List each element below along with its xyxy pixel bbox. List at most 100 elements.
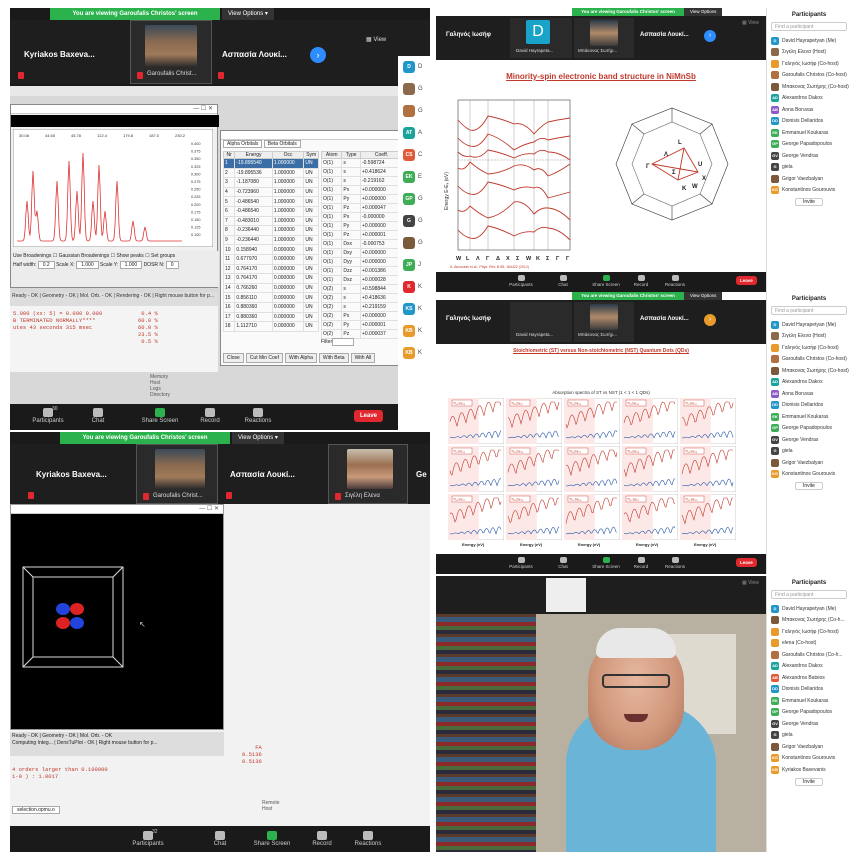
halfwidth-input[interactable]: 0.2 [37,261,55,269]
table-row[interactable]: 9 -0.236440 1.000000 UN [222,234,319,246]
table-row[interactable]: 13 0.764170 0.000000 UN [222,273,319,284]
view-options-button[interactable]: View Options ▾ [232,432,284,444]
column-header[interactable]: Atom [320,151,343,159]
tile-garoufalis[interactable]: Garoufalis Christ... [130,20,212,84]
participant-row[interactable]: elena (Co-host) [767,638,851,650]
participant-row[interactable]: Σιγέλη Ελενα (Host) [767,331,851,343]
column-header[interactable]: Energy [234,151,273,159]
record-button[interactable]: Record [302,831,342,847]
invite-button[interactable]: Invite [795,482,823,490]
list-item[interactable]: G [398,100,430,122]
participant-row[interactable]: Μπακονας Σωτήρης (Co-host) [767,365,851,377]
table-row[interactable]: 7 -0.483010 1.000000 UN [222,215,319,227]
tile-kyriakos[interactable]: Kyriakos Baxeva... [10,444,128,504]
table-row[interactable]: O(1) Dxx -0.000753 [320,239,404,249]
column-header[interactable]: Nr [222,151,236,159]
invite-button[interactable]: Invite [795,198,823,206]
reactions-button[interactable]: Reactions [348,831,388,847]
table-row[interactable]: 11 0.677970 0.000000 UN [222,253,319,265]
leave-button[interactable]: Leave [736,276,757,285]
table-row[interactable]: 16 0.880360 0.000000 UN [222,301,319,313]
table-row[interactable]: 1 -19.895540 1.000000 UN [222,158,319,169]
list-item[interactable]: AT A [398,122,430,144]
tile-kyriakos[interactable]: Kyriakos Baxeva... [10,20,128,84]
orbital-action-button[interactable]: Close [223,353,244,363]
table-row[interactable]: O(1) Py +0.000000 [320,194,404,204]
participant-row[interactable]: Ggiela [767,162,851,174]
table-row[interactable]: 17 0.880360 0.000000 UN [222,311,319,323]
view-options-button[interactable]: View Options ▾ [222,8,274,20]
participant-row[interactable]: Grigor Vaezbalyan [767,741,851,753]
table-row[interactable]: O(1) Dzz +0.001386 [320,266,404,276]
chat-button[interactable]: Chat [546,275,580,287]
table-row[interactable]: O(1) s +0.418624 [320,167,404,177]
tile-david[interactable]: D David Hayrapeta... [510,18,572,58]
table-row[interactable]: O(2) s +0.219159 [320,302,404,312]
participant-row[interactable]: KB Kyriakos Baxevanis [767,764,851,776]
record-button[interactable]: Record [624,557,658,569]
participants-button[interactable]: Participants [504,275,538,287]
table-row[interactable]: O(1) Dyy +0.000000 [320,257,404,267]
participant-row[interactable]: Garoufalis Christos (Co-host) [767,70,851,82]
participant-row[interactable]: KG Konstantinos Gourouvis [767,753,851,765]
reactions-button[interactable]: Reactions [658,275,692,287]
chat-button[interactable]: Chat [78,408,118,424]
participant-row[interactable]: AB Anna Boruvas [767,104,851,116]
participant-row[interactable]: Γαληνός Ιωσήφ (Co-host) [767,626,851,638]
participant-row[interactable]: EK Emmanuel Koukaras [767,695,851,707]
dosr-input[interactable]: 0 [165,261,179,269]
participant-row[interactable]: Μπακονας Σωτήρης (Co-host) [767,81,851,93]
table-row[interactable]: O(1) Px +0.000000 [320,185,404,195]
participant-row[interactable]: EK Emmanuel Koukaras [767,411,851,423]
column-header[interactable]: Coeff. [359,151,404,159]
participant-row[interactable]: KG Konstantinos Gourouvis [767,469,851,481]
table-row[interactable]: 12 0.764170 0.000000 UN [222,263,319,275]
participant-row[interactable]: GV George Vendras [767,718,851,730]
table-row[interactable]: O(2) Px +0.000000 [320,311,404,321]
view-toggle[interactable]: ▦ View [742,20,759,26]
tab-beta-orbitals[interactable]: Beta Orbitals [263,140,301,148]
table-row[interactable]: 18 1.112710 0.000000 UN [222,321,319,332]
participant-row[interactable]: GV George Vendras [767,150,851,162]
chat-button[interactable]: Chat [200,831,240,847]
column-header[interactable]: Occ [271,151,305,159]
tile-garoufalis[interactable]: Garoufalis Christ... [136,444,218,504]
list-item[interactable]: G [398,232,430,254]
table-row[interactable]: 10 0.158940 0.000000 UN [222,244,319,255]
orbital-action-button[interactable]: Cut Min Coef [245,353,283,363]
table-row[interactable]: O(2) s +0.418636 [320,293,404,303]
table-row[interactable]: O(1) Pz +0.000047 [320,203,404,213]
participant-row[interactable]: Ggiela [767,730,851,742]
table-row[interactable]: 4 -0.723960 1.000000 UN [222,186,319,198]
participant-row[interactable]: Grigor Vaezbalyan [767,173,851,185]
list-item[interactable]: EK E [398,166,430,188]
participant-row[interactable]: AD Alexandros Dakos [767,93,851,105]
share-screen-button[interactable]: Share Screen [252,831,292,847]
participant-row[interactable]: EK Emmanuel Koukaras [767,127,851,139]
participant-row[interactable]: DD Dionisis Dellaridos [767,116,851,128]
tile-david[interactable]: David Hayrapeta... [510,302,572,342]
participant-row[interactable]: Σιγέλη Ελενα (Host) [767,47,851,59]
participant-row[interactable]: Γαληνός Ιωσήφ (Co-host) [767,58,851,70]
list-item[interactable]: G [398,78,430,100]
table-row[interactable]: O(1) s -0.598724 [320,158,404,168]
list-item[interactable]: CS C [398,144,430,166]
participant-row[interactable]: Grigor Vaezbalyan [767,457,851,469]
tile-zigeli[interactable]: Σιγέλη Ελενα [328,444,408,504]
window-controls-icon[interactable]: — ☐ ✕ [193,105,213,112]
participant-row[interactable]: DD Dionisis Dellaridos [767,400,851,412]
list-item[interactable]: KK [398,276,430,298]
table-row[interactable]: O(1) Dxy +0.000000 [320,248,404,258]
window-controls-icon[interactable]: — ☐ ✕ [199,505,219,512]
participant-row[interactable]: AD Alexandros Dakos [767,377,851,389]
record-button[interactable]: Record [624,275,658,287]
option-show-peaks[interactable]: Show peaks [116,253,143,259]
table-row[interactable]: 6 -0.486540 1.000000 UN [222,205,319,217]
share-screen-button[interactable]: Share Screen [586,275,626,287]
view-toggle[interactable]: ▦ View [366,36,386,43]
table-row[interactable]: 8 -0.236440 1.000000 UN [222,225,319,236]
participants-button[interactable]: Participants [28,408,68,424]
participant-row[interactable]: GV George Vendras [767,434,851,446]
tab-alpha-orbitals[interactable]: Alpha Orbitals [223,140,263,148]
view-toggle[interactable]: ▦ View [742,580,759,586]
